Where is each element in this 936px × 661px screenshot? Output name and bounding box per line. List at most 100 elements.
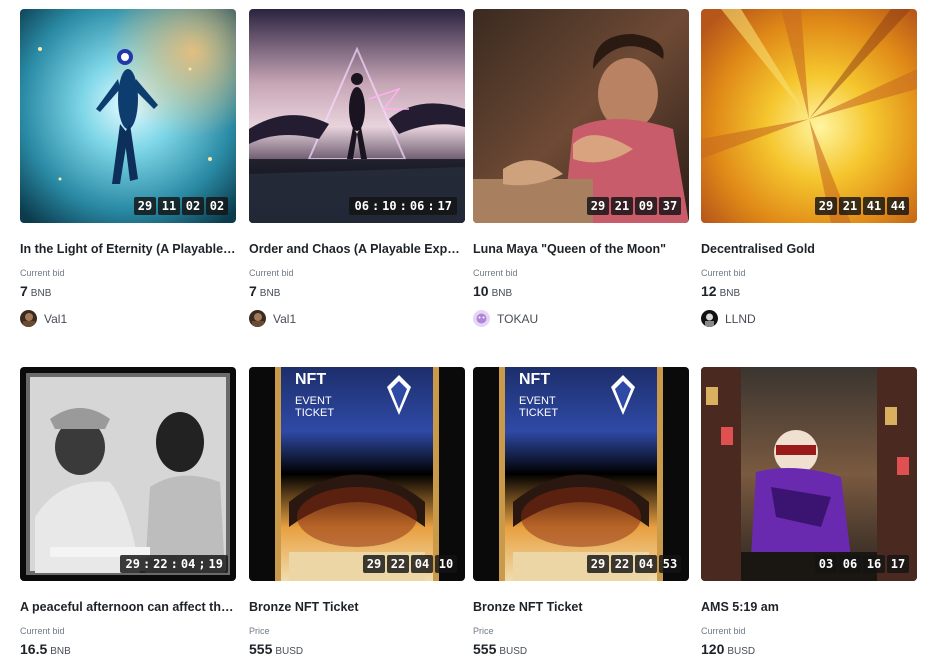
timer-segment: 06: [839, 555, 861, 573]
timer-segment: 04: [411, 555, 433, 573]
timer-segment: 17: [437, 199, 452, 213]
timer-segment: 29: [363, 555, 385, 573]
price-value: 7 BNB: [20, 283, 51, 299]
price-currency: BNB: [491, 288, 513, 299]
timer-segment: 29: [815, 197, 837, 215]
price-label: Current bid: [473, 268, 518, 278]
ticket-nft-label: NFT: [295, 371, 327, 388]
nft-title[interactable]: AMS 5:19 am: [701, 600, 917, 614]
price-amount: 7: [20, 283, 28, 299]
price-amount: 555: [249, 641, 273, 657]
price-currency: BNB: [719, 288, 741, 299]
price-label: Current bid: [20, 626, 65, 636]
countdown-timer: 29 11 02 02: [134, 197, 228, 215]
timer-segment: 10: [382, 199, 397, 213]
timer-segment: 22: [387, 555, 409, 573]
price-value: 555 BUSD: [473, 641, 527, 657]
timer-segment: 02: [182, 197, 204, 215]
price-value: 12 BNB: [701, 283, 740, 299]
creator[interactable]: Val1: [20, 310, 67, 327]
ticket-line-2: TICKET: [295, 407, 335, 419]
creator[interactable]: TOKAU: [473, 310, 538, 327]
creator-avatar[interactable]: [473, 310, 490, 327]
timer-segment: 29: [125, 557, 140, 571]
timer-segment: 29: [587, 197, 609, 215]
nft-title[interactable]: A peaceful afternoon can affect the w...: [20, 600, 236, 614]
nft-title[interactable]: Luna Maya "Queen of the Moon": [473, 242, 689, 256]
ticket-line-2: TICKET: [519, 407, 559, 419]
nft-image[interactable]: 29: 22: 04; 19: [20, 367, 236, 581]
price-label: Price: [473, 626, 494, 636]
price-amount: 12: [701, 283, 717, 299]
creator-avatar[interactable]: [249, 310, 266, 327]
timer-segment: 21: [611, 197, 633, 215]
price-currency: BUSD: [727, 646, 756, 657]
nft-image[interactable]: 03 06 16 17: [701, 367, 917, 581]
price-amount: 555: [473, 641, 497, 657]
ticket-event-label: EVENT TICKET: [295, 395, 334, 419]
timer-segment: 22: [153, 557, 168, 571]
price-amount: 10: [473, 283, 489, 299]
nft-title[interactable]: Bronze NFT Ticket: [249, 600, 465, 614]
price-label: Price: [249, 626, 270, 636]
price-currency: BUSD: [275, 646, 304, 657]
price-currency: BNB: [50, 646, 71, 657]
price-amount: 7: [249, 283, 257, 299]
ticket-event-label: EVENT TICKET: [519, 395, 558, 419]
price-value: 555 BUSD: [249, 641, 303, 657]
ticket-line-1: EVENT: [519, 395, 556, 407]
timer-segment: 21: [839, 197, 861, 215]
price-value: 120 BUSD: [701, 641, 755, 657]
timer-segment: 06: [354, 199, 369, 213]
price-label: Current bid: [701, 268, 746, 278]
creator-name[interactable]: LLND: [725, 312, 756, 326]
nft-image[interactable]: 29 21 41 44: [701, 9, 917, 223]
creator[interactable]: Val1: [249, 310, 296, 327]
timer-segment: 37: [659, 197, 681, 215]
timer-segment: 41: [863, 197, 885, 215]
timer-segment: 06: [409, 199, 425, 213]
nft-image[interactable]: NFT EVENT TICKET 29 22 04 53: [473, 367, 689, 581]
nft-image[interactable]: NFT EVENT TICKET 29 22 04 10: [249, 367, 465, 581]
creator-avatar[interactable]: [701, 310, 718, 327]
timer-segment: 44: [887, 197, 909, 215]
nft-title[interactable]: In the Light of Eternity (A Playable Ex.…: [20, 242, 236, 256]
nft-image[interactable]: 29 21 09 37: [473, 9, 689, 223]
price-currency: BUSD: [499, 646, 528, 657]
creator-name[interactable]: Val1: [44, 312, 67, 326]
timer-segment: 19: [208, 557, 223, 571]
price-value: 10 BNB: [473, 283, 512, 299]
timer-segment: 02: [206, 197, 228, 215]
price-value: 16.5 BNB: [20, 641, 71, 657]
timer-segment: 09: [635, 197, 657, 215]
price-label: Current bid: [249, 268, 294, 278]
nft-title[interactable]: Order and Chaos (A Playable Experie...: [249, 242, 465, 256]
countdown-timer: 29 22 04 10: [363, 555, 457, 573]
timer-segment: 17: [887, 555, 909, 573]
timer-segment: 29: [587, 555, 609, 573]
timer-segment: 29: [134, 197, 156, 215]
timer-segment: 03: [815, 555, 837, 573]
price-value: 7 BNB: [249, 283, 280, 299]
nft-image[interactable]: 29 11 02 02: [20, 9, 236, 223]
price-currency: BNB: [259, 288, 281, 299]
countdown-timer: 29 21 41 44: [815, 197, 909, 215]
ticket-nft-label: NFT: [519, 371, 551, 388]
countdown-timer: 29 22 04 53: [587, 555, 681, 573]
price-amount: 120: [701, 641, 725, 657]
timer-segment: 53: [659, 555, 681, 573]
nft-title[interactable]: Decentralised Gold: [701, 242, 917, 256]
countdown-timer: 29 21 09 37: [587, 197, 681, 215]
creator-name[interactable]: Val1: [273, 312, 296, 326]
countdown-timer: 03 06 16 17: [815, 555, 909, 573]
timer-segment: 10: [435, 555, 457, 573]
timer-segment: 04: [180, 557, 196, 571]
nft-title[interactable]: Bronze NFT Ticket: [473, 600, 689, 614]
creator-avatar[interactable]: [20, 310, 37, 327]
creator-name[interactable]: TOKAU: [497, 312, 538, 326]
nft-image[interactable]: 06: 10: 06: 17: [249, 9, 465, 223]
price-amount: 16.5: [20, 641, 48, 657]
price-label: Current bid: [701, 626, 746, 636]
price-label: Current bid: [20, 268, 65, 278]
creator[interactable]: LLND: [701, 310, 756, 327]
